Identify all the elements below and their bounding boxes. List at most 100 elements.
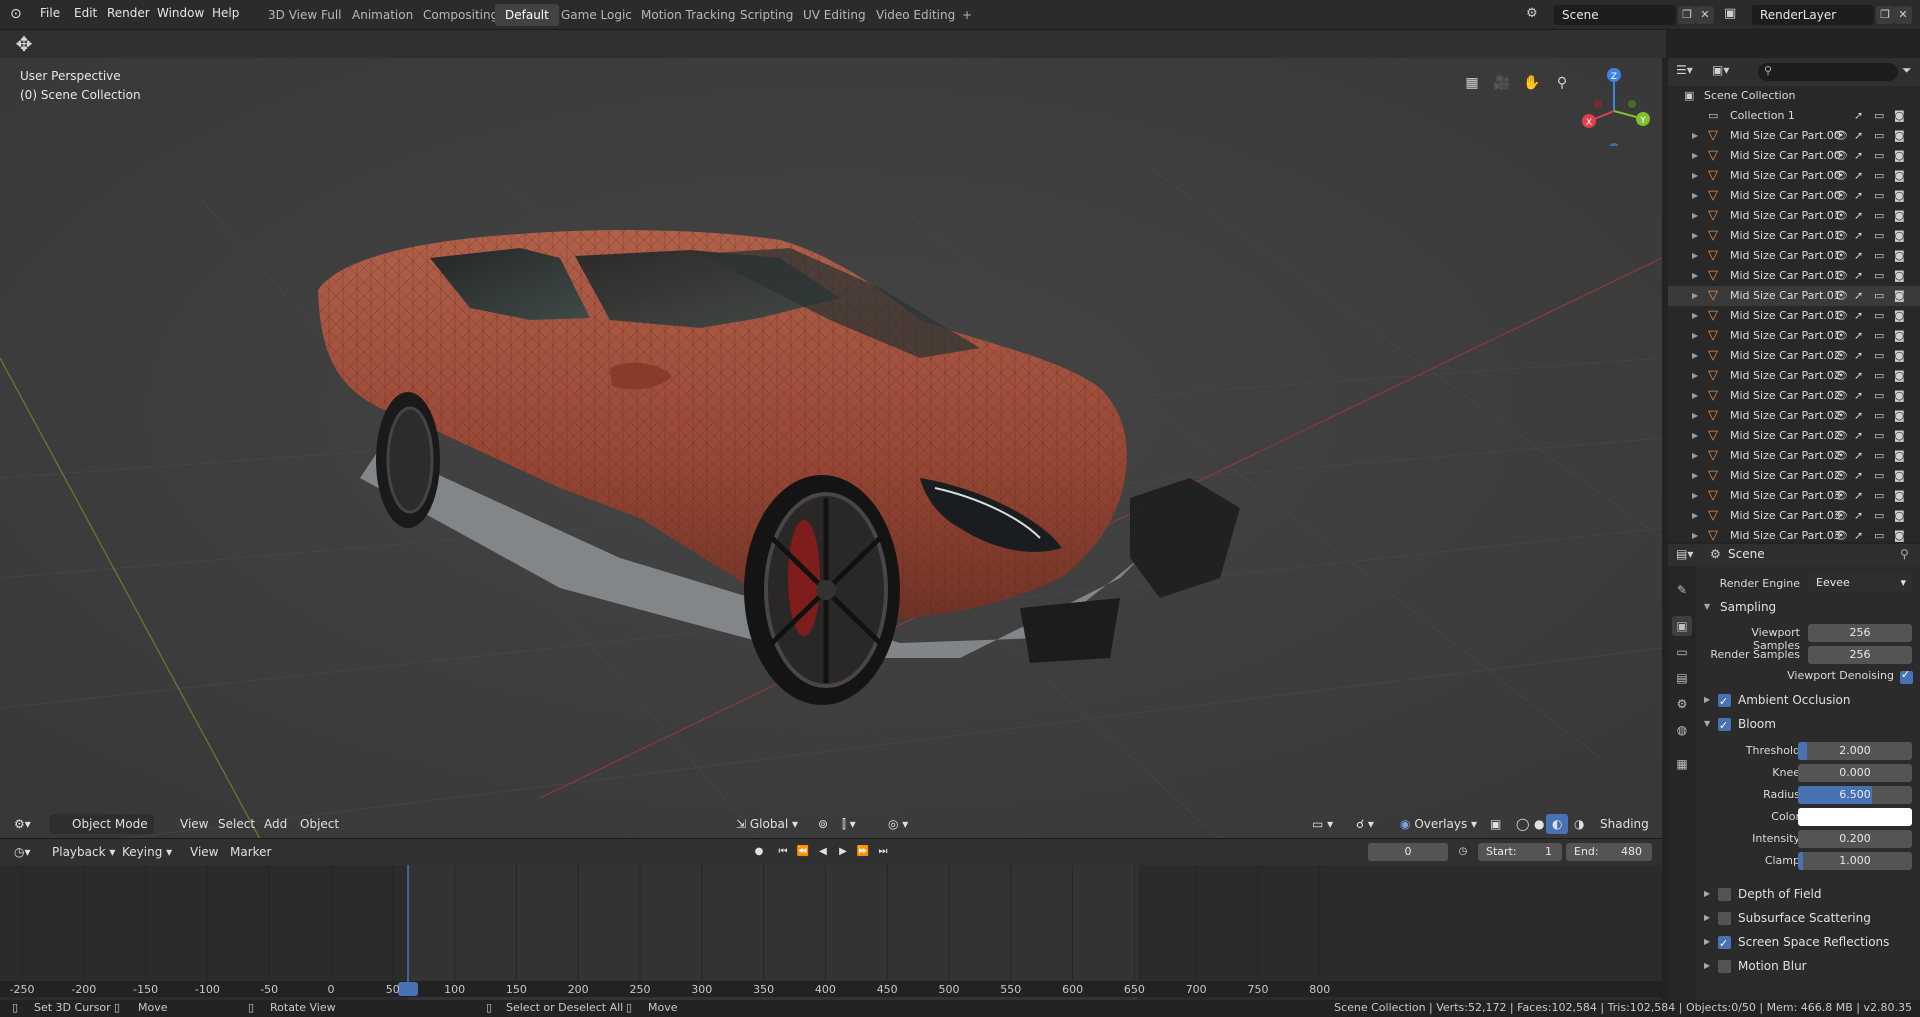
expand-arrow-icon[interactable]: ▶ bbox=[1692, 346, 1698, 366]
overlays-dropdown[interactable]: ◉ Overlays ▾ bbox=[1394, 814, 1483, 834]
play-reverse-icon[interactable]: ◀ bbox=[814, 843, 832, 861]
display-mode-icon[interactable]: ▣▾ bbox=[1712, 63, 1729, 77]
render-toggle-icon[interactable]: ◙ bbox=[1894, 506, 1905, 526]
outliner-item[interactable]: ▶ ▽ Mid Size Car Part.03 👁 ➚ ▭ ◙ bbox=[1668, 486, 1920, 506]
proportional-edit-icon[interactable]: ◎ ▾ bbox=[882, 814, 914, 834]
render-toggle-icon[interactable]: ◙ bbox=[1894, 286, 1905, 306]
viewport-toggle-icon[interactable]: ▭ bbox=[1874, 526, 1884, 542]
menu-edit[interactable]: Edit bbox=[74, 6, 97, 20]
viewport-denoising-checkbox[interactable] bbox=[1900, 668, 1913, 684]
select-toggle-icon[interactable]: ➚ bbox=[1854, 346, 1863, 366]
record-icon[interactable]: ● bbox=[750, 843, 768, 861]
viewport-toggle-icon[interactable]: ▭ bbox=[1874, 186, 1884, 206]
menu-playback[interactable]: Playback ▾ bbox=[46, 842, 121, 862]
output-tab-icon[interactable]: ▭ bbox=[1672, 642, 1692, 662]
select-toggle-icon[interactable]: ➚ bbox=[1854, 206, 1863, 226]
expand-arrow-icon[interactable]: ▶ bbox=[1692, 186, 1698, 206]
viewport-toggle-icon[interactable]: ▭ bbox=[1874, 106, 1884, 126]
navigation-gizmo[interactable]: Z Y X bbox=[1574, 66, 1654, 146]
clamp-slider[interactable]: 1.000 bbox=[1798, 852, 1912, 870]
render-toggle-icon[interactable]: ◙ bbox=[1894, 266, 1905, 286]
hide-toggle-icon[interactable]: 👁 bbox=[1834, 486, 1848, 506]
jump-next-keyframe-icon[interactable]: ⏩ bbox=[854, 843, 872, 861]
outliner-collection-1[interactable]: ▭ Collection 1 ➚ ▭ ◙ bbox=[1668, 106, 1920, 126]
hide-toggle-icon[interactable]: 👁 bbox=[1834, 346, 1848, 366]
gizmo-toggle-icon[interactable]: ☌ ▾ bbox=[1350, 814, 1380, 834]
toggle-camera-grid-icon[interactable]: ▦ bbox=[1460, 71, 1484, 95]
section-subsurface-scattering[interactable]: ▶ Subsurface Scattering bbox=[1696, 907, 1920, 929]
viewport-toggle-icon[interactable]: ▭ bbox=[1874, 386, 1884, 406]
hide-toggle-icon[interactable]: 👁 bbox=[1834, 446, 1848, 466]
select-toggle-icon[interactable]: ➚ bbox=[1854, 166, 1863, 186]
motion-blur-checkbox[interactable] bbox=[1718, 960, 1731, 973]
render-toggle-icon[interactable]: ◙ bbox=[1894, 126, 1905, 146]
3d-viewport[interactable]: User Perspective (0) Scene Collection ▦ … bbox=[0, 58, 1662, 839]
render-toggle-icon[interactable]: ◙ bbox=[1894, 326, 1905, 346]
tool-tab-icon[interactable]: ✎ bbox=[1672, 580, 1692, 600]
render-layer-selector[interactable]: RenderLayer bbox=[1752, 5, 1874, 25]
outliner-item[interactable]: ▶ ▽ Mid Size Car Part.02 👁 ➚ ▭ ◙ bbox=[1668, 386, 1920, 406]
viewport-toggle-icon[interactable]: ▭ bbox=[1874, 266, 1884, 286]
viewport-toggle-icon[interactable]: ▭ bbox=[1874, 506, 1884, 526]
expand-arrow-icon[interactable]: ▶ bbox=[1692, 386, 1698, 406]
outliner-item[interactable]: ▶ ▽ Mid Size Car Part.01 👁 ➚ ▭ ◙ bbox=[1668, 326, 1920, 346]
menu-add[interactable]: Add bbox=[258, 814, 293, 834]
hide-toggle-icon[interactable]: 👁 bbox=[1834, 406, 1848, 426]
outliner-editor-type-icon[interactable]: ☰▾ bbox=[1676, 63, 1693, 77]
hide-toggle-icon[interactable]: 👁 bbox=[1834, 526, 1848, 542]
zoom-view-icon[interactable]: ⚲ bbox=[1550, 71, 1574, 95]
xray-icon[interactable]: ▣ bbox=[1484, 814, 1507, 834]
duplicate-layer-icon[interactable]: ❐ bbox=[1876, 6, 1894, 24]
expand-arrow-icon[interactable]: ▶ bbox=[1692, 286, 1698, 306]
hide-toggle-icon[interactable]: 👁 bbox=[1834, 286, 1848, 306]
menu-render[interactable]: Render bbox=[107, 6, 150, 20]
expand-arrow-icon[interactable]: ▶ bbox=[1692, 446, 1698, 466]
tab-compositing[interactable]: Compositing bbox=[413, 4, 508, 26]
hide-toggle-icon[interactable]: 👁 bbox=[1834, 186, 1848, 206]
outliner-item[interactable]: ▶ ▽ Mid Size Car Part.02 👁 ➚ ▭ ◙ bbox=[1668, 446, 1920, 466]
select-toggle-icon[interactable]: ➚ bbox=[1854, 126, 1863, 146]
current-frame-field[interactable]: 0 bbox=[1368, 843, 1448, 861]
outliner-search[interactable]: ⚲ bbox=[1758, 63, 1898, 81]
render-toggle-icon[interactable]: ◙ bbox=[1894, 386, 1905, 406]
expand-arrow-icon[interactable]: ▶ bbox=[1692, 146, 1698, 166]
expand-arrow-icon[interactable]: ▶ bbox=[1692, 426, 1698, 446]
select-toggle-icon[interactable]: ➚ bbox=[1854, 426, 1863, 446]
outliner-item[interactable]: ▶ ▽ Mid Size Car Part.00 👁 ➚ ▭ ◙ bbox=[1668, 126, 1920, 146]
render-toggle-icon[interactable]: ◙ bbox=[1894, 306, 1905, 326]
select-toggle-icon[interactable]: ➚ bbox=[1854, 446, 1863, 466]
viewport-toggle-icon[interactable]: ▭ bbox=[1874, 286, 1884, 306]
duplicate-scene-icon[interactable]: ❐ bbox=[1678, 6, 1696, 24]
world-tab-icon[interactable]: ◍ bbox=[1672, 720, 1692, 740]
intensity-field[interactable]: 0.200 bbox=[1798, 830, 1912, 848]
outliner-item[interactable]: ▶ ▽ Mid Size Car Part.00 👁 ➚ ▭ ◙ bbox=[1668, 146, 1920, 166]
properties-panel[interactable]: ▤▾ ⚙ Scene ⚲ ✎ ▣ ▭ ▤ ⚙ ◍ ▦ Render Engine… bbox=[1668, 544, 1920, 1000]
blender-logo-icon[interactable]: ⊙ bbox=[10, 6, 28, 24]
subsurface-checkbox[interactable] bbox=[1718, 912, 1731, 925]
knee-field[interactable]: 0.000 bbox=[1798, 764, 1912, 782]
outliner-item[interactable]: ▶ ▽ Mid Size Car Part.01 👁 ➚ ▭ ◙ bbox=[1668, 206, 1920, 226]
outliner-item[interactable]: ▶ ▽ Mid Size Car Part.02 👁 ➚ ▭ ◙ bbox=[1668, 466, 1920, 486]
delete-layer-icon[interactable]: ✕ bbox=[1894, 6, 1912, 24]
hide-toggle-icon[interactable]: 👁 bbox=[1834, 366, 1848, 386]
viewport-toggle-icon[interactable]: ▭ bbox=[1874, 426, 1884, 446]
outliner-item[interactable]: ▶ ▽ Mid Size Car Part.01 👁 ➚ ▭ ◙ bbox=[1668, 266, 1920, 286]
viewport-samples-field[interactable]: 256 bbox=[1808, 624, 1912, 642]
section-motion-blur[interactable]: ▶ Motion Blur bbox=[1696, 955, 1920, 977]
preview-range-icon[interactable]: ◷ bbox=[1454, 843, 1472, 861]
hide-toggle-icon[interactable]: 👁 bbox=[1834, 506, 1848, 526]
render-toggle-icon[interactable]: ◙ bbox=[1894, 166, 1905, 186]
render-toggle-icon[interactable]: ◙ bbox=[1894, 206, 1905, 226]
render-toggle-icon[interactable]: ◙ bbox=[1894, 526, 1905, 542]
viewport-toggle-icon[interactable]: ▭ bbox=[1874, 406, 1884, 426]
menu-window[interactable]: Window bbox=[157, 6, 204, 20]
viewport-toggle-icon[interactable]: ▭ bbox=[1874, 346, 1884, 366]
depth-of-field-checkbox[interactable] bbox=[1718, 888, 1731, 901]
select-toggle-icon[interactable]: ➚ bbox=[1854, 146, 1863, 166]
timeline-track-area[interactable]: -250 -200 -150 -100 -50 0 50 100 150 200 250 300 350… bbox=[0, 865, 1662, 1001]
select-toggle-icon[interactable]: ➚ bbox=[1854, 106, 1863, 126]
outliner-scene-collection[interactable]: ▣ Scene Collection bbox=[1668, 86, 1920, 106]
viewport-toggle-icon[interactable]: ▭ bbox=[1874, 206, 1884, 226]
outliner-item[interactable]: ▶ ▽ Mid Size Car Part.01 👁 ➚ ▭ ◙ bbox=[1668, 226, 1920, 246]
expand-arrow-icon[interactable]: ▶ bbox=[1692, 406, 1698, 426]
